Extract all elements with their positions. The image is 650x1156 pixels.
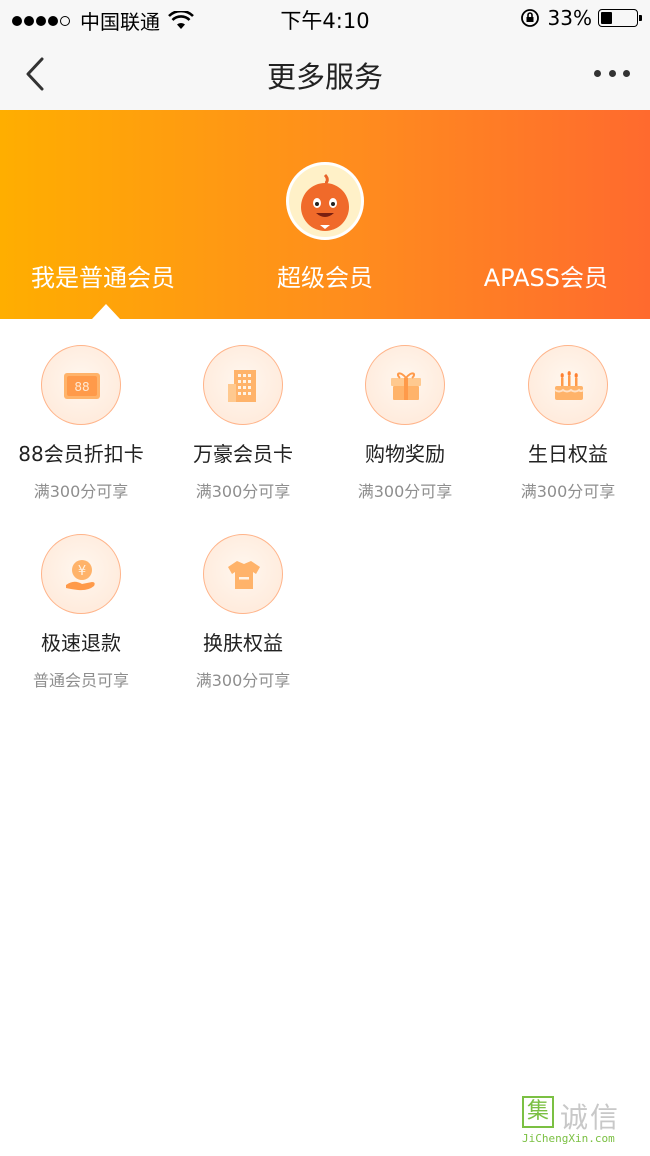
mascot-avatar-icon (289, 165, 361, 237)
service-label: 生日权益 (528, 442, 608, 466)
service-label: 极速退款 (41, 631, 121, 655)
service-item-88-card[interactable]: 88 88会员折扣卡 满300分可享 (0, 345, 162, 502)
battery-icon (598, 9, 642, 27)
service-label: 万豪会员卡 (193, 442, 293, 466)
avatar[interactable] (286, 162, 364, 240)
member-banner: 我是普通会员 超级会员 APASS会员 (0, 110, 650, 319)
service-sub: 普通会员可享 (32, 671, 129, 690)
discount-card-icon: 88 (41, 345, 121, 425)
more-dots-icon[interactable] (594, 58, 630, 88)
service-label: 购物奖励 (365, 442, 445, 466)
service-sub: 满300分可享 (195, 671, 291, 690)
watermark-box: 集 (522, 1096, 554, 1128)
service-sub: 满300分可享 (33, 482, 129, 501)
gift-icon (365, 345, 445, 425)
service-item-skin-change[interactable]: 换肤权益 满300分可享 (162, 534, 324, 691)
building-icon (203, 345, 283, 425)
status-bar: 中国联通 下午4:10 33% (0, 0, 650, 36)
watermark-text: 诚信 (560, 1101, 621, 1134)
watermark-sub: JiChengXin.com (522, 1132, 615, 1145)
page-title: 更多服务 (266, 60, 383, 94)
service-label: 88会员折扣卡 (18, 442, 144, 466)
yen-icon-text: ¥ (78, 564, 86, 579)
service-sub: 满300分可享 (520, 482, 616, 501)
service-sub: 满300分可享 (195, 482, 291, 501)
service-item-fast-refund[interactable]: ¥ 极速退款 普通会员可享 (0, 534, 162, 691)
service-item-marriott-card[interactable]: 万豪会员卡 满300分可享 (162, 345, 324, 502)
yen-refund-icon: ¥ (41, 534, 121, 614)
status-right: 33% (520, 6, 642, 30)
active-tab-indicator (92, 304, 120, 319)
tshirt-icon (203, 534, 283, 614)
service-item-birthday[interactable]: 生日权益 满300分可享 (487, 345, 649, 502)
service-label: 换肤权益 (203, 631, 283, 655)
tab-apass-member[interactable]: APASS会员 (484, 258, 608, 293)
service-item-shopping-reward[interactable]: 购物奖励 满300分可享 (324, 345, 486, 502)
watermark-logo: 集 诚信 JiChengXin.com (522, 1096, 640, 1148)
service-sub: 满300分可享 (357, 482, 453, 501)
battery-percent: 33% (547, 6, 592, 30)
rotation-lock-icon (520, 9, 539, 27)
card-icon-text: 88 (74, 380, 89, 394)
nav-bar: 更多服务 (0, 36, 650, 110)
birthday-cake-icon (528, 345, 608, 425)
